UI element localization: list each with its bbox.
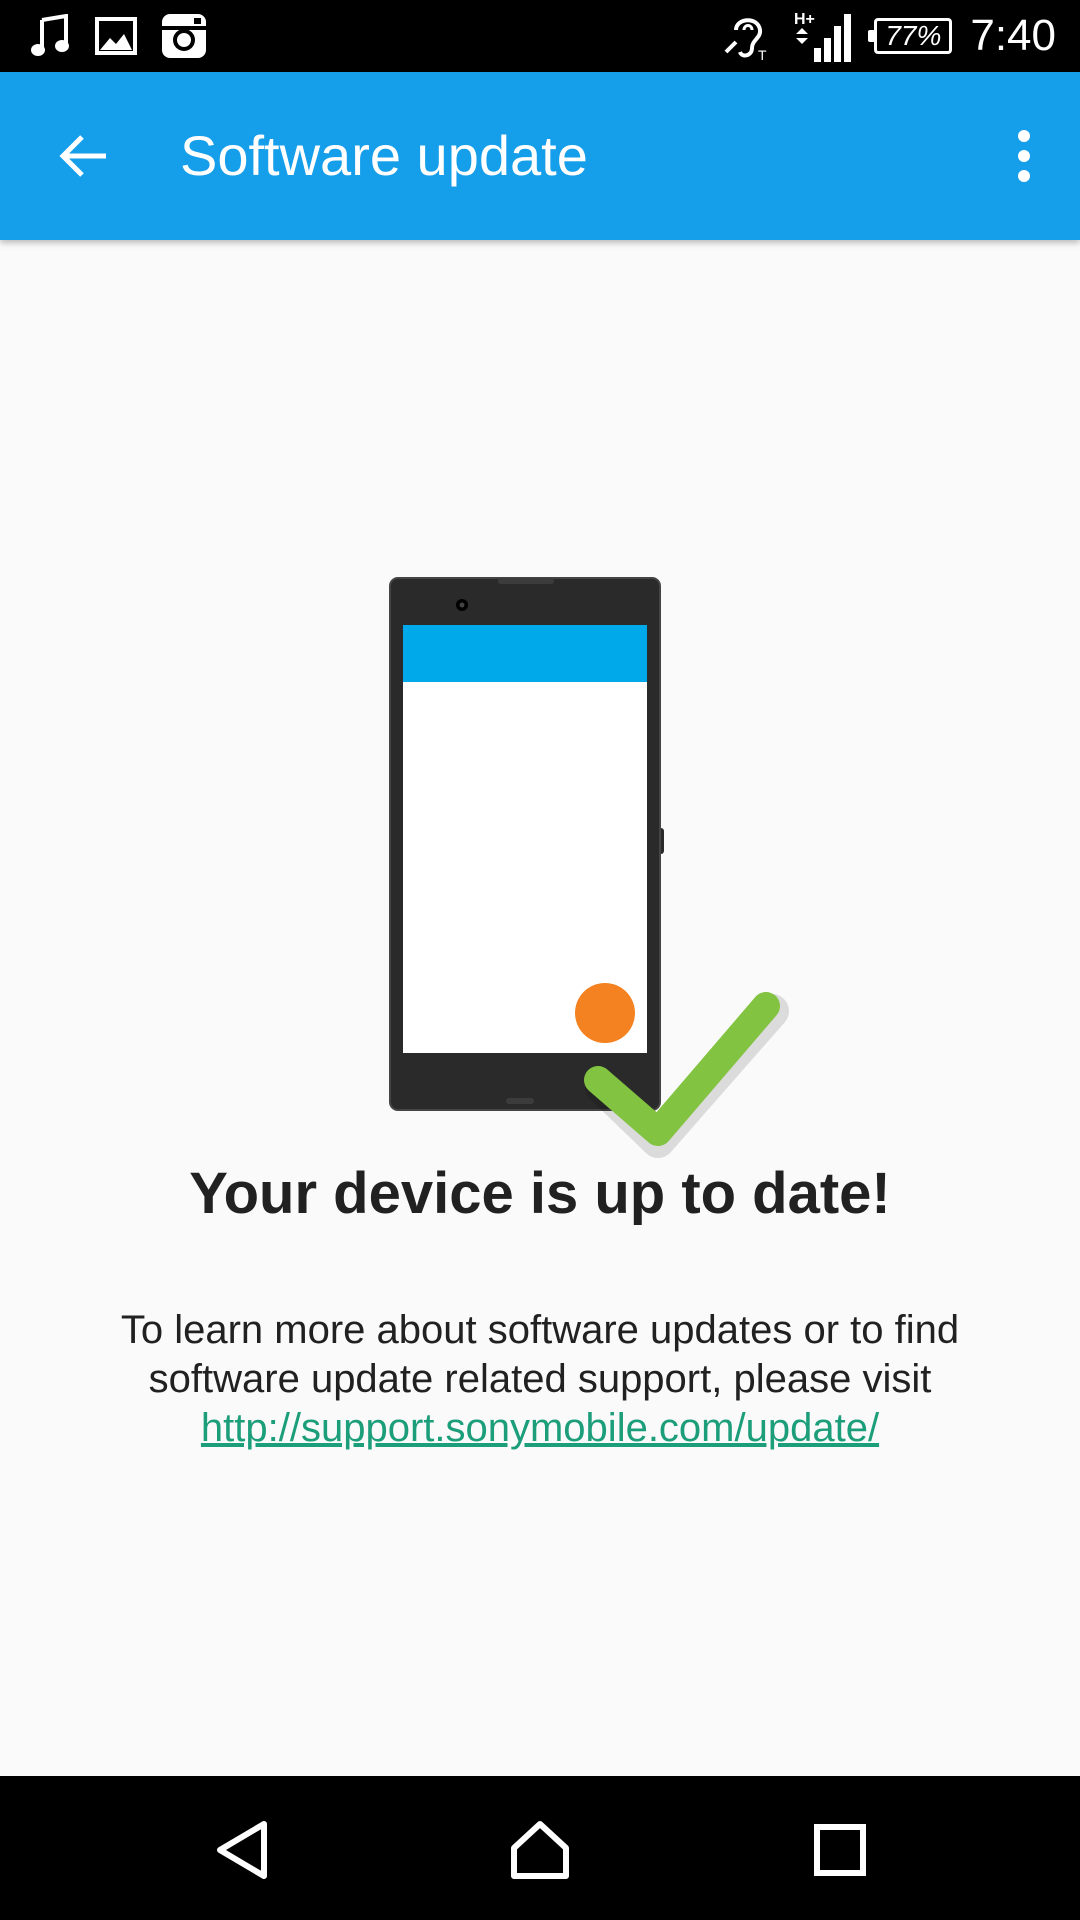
info-line-1: To learn more about software updates or …: [120, 1308, 960, 1352]
info-paragraph: To learn more about software updates or …: [60, 1306, 1020, 1453]
notification-icons: [30, 10, 208, 62]
svg-text:T: T: [758, 47, 767, 62]
instagram-icon: [160, 12, 208, 60]
image-icon: [94, 16, 138, 56]
nav-back-icon: [212, 1818, 272, 1887]
nav-home-icon: [508, 1818, 572, 1887]
app-bar: Software update: [0, 72, 1080, 240]
nav-recents-button[interactable]: [792, 1804, 888, 1900]
more-vert-icon: [1016, 129, 1032, 187]
battery-indicator: 77%: [868, 18, 953, 54]
nav-back-button[interactable]: [194, 1804, 290, 1900]
page-title: Software update: [180, 124, 588, 187]
battery-percent: 77%: [885, 20, 942, 51]
info-line-2: software update related support, please …: [148, 1357, 932, 1401]
status-bar: T H+ 77% 7:40: [0, 0, 1080, 72]
up-to-date-illustration: [380, 570, 800, 1160]
arrow-back-icon: [58, 132, 110, 185]
back-button[interactable]: [44, 118, 124, 198]
clock: 7:40: [970, 11, 1056, 60]
signal-hplus-icon: H+: [792, 8, 856, 64]
nav-home-button[interactable]: [492, 1804, 588, 1900]
status-headline: Your device is up to date!: [189, 1161, 891, 1226]
phone-with-checkmark-icon: [389, 577, 789, 1158]
music-note-icon: [30, 14, 72, 58]
system-icons: T H+ 77% 7:40: [722, 0, 1056, 72]
network-type-label: H+: [794, 11, 815, 28]
hearing-aid-tty-icon: T: [722, 10, 774, 62]
overflow-menu-button[interactable]: [992, 118, 1056, 198]
nav-recents-icon: [812, 1822, 868, 1883]
navigation-bar: [0, 1776, 1080, 1920]
support-link[interactable]: http://support.sonymobile.com/update/: [60, 1404, 1020, 1453]
